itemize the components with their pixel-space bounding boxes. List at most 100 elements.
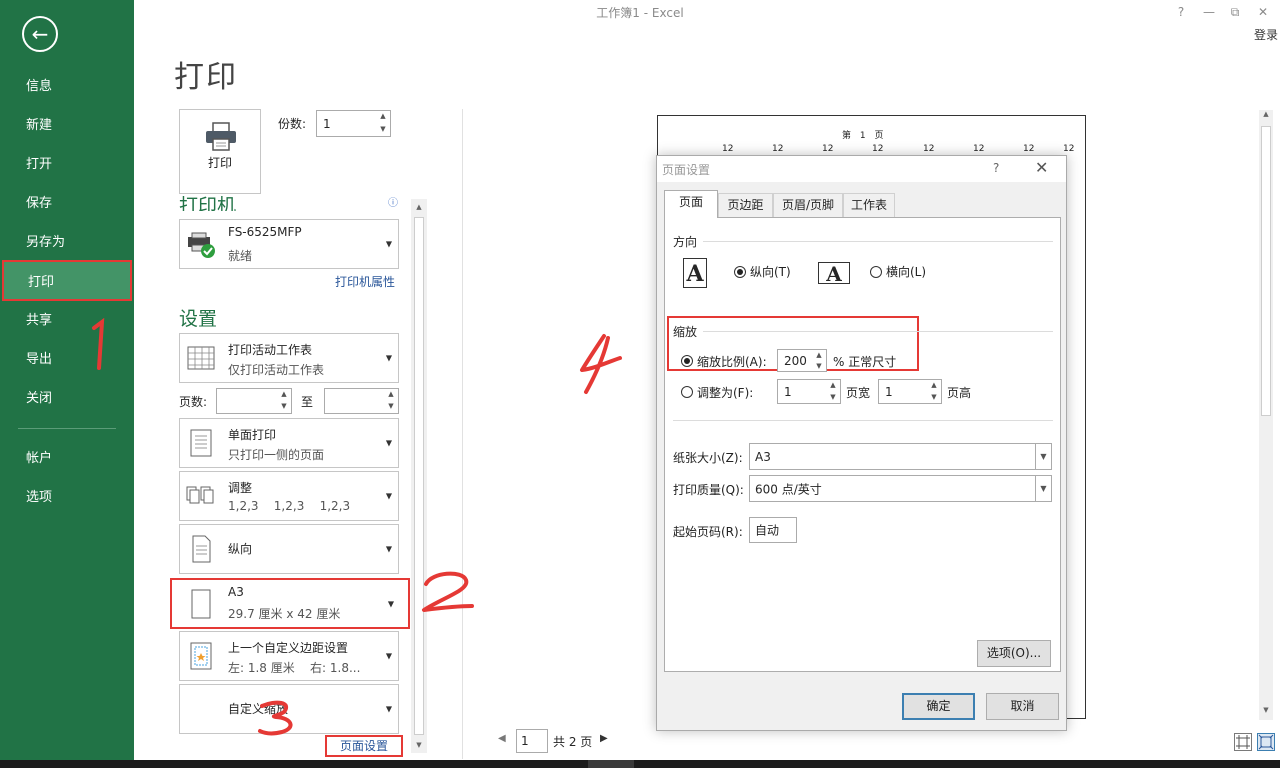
spin-up-icon[interactable]: ▲	[927, 380, 941, 392]
total-pages-label: 共 2 页	[553, 735, 593, 749]
nav-options[interactable]: 选项	[0, 476, 134, 515]
tab-page[interactable]: 页面	[664, 190, 718, 218]
paper-size-desc: 29.7 厘米 x 42 厘米	[228, 607, 341, 621]
nav-export[interactable]: 导出	[0, 338, 134, 377]
nav-save[interactable]: 保存	[0, 182, 134, 221]
spin-down-icon[interactable]: ▼	[384, 401, 398, 413]
print-button-label: 打印	[207, 156, 232, 170]
spin-up-icon[interactable]: ▲	[384, 389, 398, 401]
nav-share[interactable]: 共享	[0, 299, 134, 338]
copies-spinner[interactable]: 1 ▲ ▼	[316, 110, 391, 137]
help-icon[interactable]: ?	[1168, 2, 1194, 22]
collate-dropdown[interactable]: 调整 1,2,3 1,2,3 1,2,3 ▼	[179, 471, 399, 521]
tab-header-footer[interactable]: 页眉/页脚	[773, 193, 843, 217]
fit-radio[interactable]	[681, 386, 693, 398]
nav-account[interactable]: 帐户	[0, 437, 134, 476]
spin-up-icon[interactable]: ▲	[826, 380, 840, 392]
info-icon[interactable]: ⓘ	[388, 194, 398, 209]
nav-close[interactable]: 关闭	[0, 377, 134, 416]
preview-page-label: 第 1 页	[842, 131, 887, 141]
scroll-down-icon[interactable]: ▼	[411, 737, 427, 753]
preview-scrollbar[interactable]: ▲ ▼	[1259, 110, 1273, 720]
prev-page-icon[interactable]: ◀	[498, 733, 506, 744]
landscape-a-icon: A	[818, 262, 850, 285]
login-link[interactable]: 登录	[1254, 26, 1278, 43]
tab-margins[interactable]: 页边距	[718, 193, 773, 217]
sides-dropdown[interactable]: 单面打印 只打印一侧的页面 ▼	[179, 418, 399, 468]
nav-save-as[interactable]: 另存为	[0, 221, 134, 260]
nav-open[interactable]: 打开	[0, 143, 134, 182]
zoom-to-page-icon[interactable]	[1257, 733, 1275, 751]
spin-up-icon[interactable]: ▲	[812, 350, 826, 361]
printer-dropdown[interactable]: FS-6525MFP 就绪 ▼	[179, 219, 399, 269]
scroll-up-icon[interactable]: ▲	[411, 199, 427, 215]
minimize-icon[interactable]: —	[1196, 2, 1222, 22]
adjust-radio[interactable]	[681, 355, 693, 367]
dropdown-caret-icon: ▼	[387, 599, 394, 608]
close-icon[interactable]: ✕	[1250, 2, 1276, 22]
spin-down-icon[interactable]: ▼	[376, 124, 390, 137]
paper-size-label: 纸张大小(Z):	[673, 451, 743, 465]
current-page-input[interactable]: 1	[516, 729, 548, 753]
back-arrow-icon[interactable]: ←	[22, 16, 58, 52]
adjust-label: 缩放比例(A):	[697, 355, 767, 369]
dialog-help-icon[interactable]: ?	[993, 161, 999, 175]
dropdown-caret-icon: ▼	[385, 491, 392, 501]
scroll-up-icon[interactable]: ▲	[1259, 110, 1273, 124]
scroll-thumb[interactable]	[414, 217, 424, 735]
fit-tall-spinner[interactable]: 1 ▲ ▼	[878, 379, 942, 404]
dialog-close-icon[interactable]: ✕	[1035, 158, 1048, 177]
restore-icon[interactable]: ⧉	[1222, 2, 1248, 22]
show-margins-icon[interactable]	[1234, 733, 1252, 751]
nav-print[interactable]: 打印	[2, 260, 132, 301]
pages-to-label: 至	[301, 395, 314, 409]
cancel-button[interactable]: 取消	[986, 693, 1059, 720]
panel-divider	[462, 109, 463, 759]
fit-wide-value: 1	[784, 384, 792, 399]
pages-label: 页数:	[179, 395, 208, 409]
spin-up-icon[interactable]: ▲	[376, 111, 390, 124]
preview-cell: 12	[1063, 144, 1075, 154]
orientation-dropdown[interactable]: 纵向 ▼	[179, 524, 399, 574]
nav-info[interactable]: 信息	[0, 65, 134, 104]
ok-button[interactable]: 确定	[902, 693, 975, 720]
print-quality-label: 打印质量(Q):	[673, 483, 744, 497]
pages-from-spinner[interactable]: ▲ ▼	[216, 388, 292, 414]
group-divider	[673, 420, 1053, 421]
printer-properties-link[interactable]: 打印机属性	[335, 273, 395, 290]
page-setup-link[interactable]: 页面设置	[325, 735, 403, 757]
spin-down-icon[interactable]: ▼	[812, 361, 826, 372]
paper-size-select[interactable]: A3 ▼	[749, 443, 1052, 470]
adjust-spinner[interactable]: 200 ▲ ▼	[777, 349, 827, 372]
spin-up-icon[interactable]: ▲	[277, 389, 291, 401]
next-page-icon[interactable]: ▶	[600, 733, 608, 744]
scroll-thumb[interactable]	[1261, 126, 1271, 416]
annotation-3	[258, 700, 293, 736]
landscape-radio[interactable]	[870, 266, 882, 278]
nav-new[interactable]: 新建	[0, 104, 134, 143]
first-page-input[interactable]: 自动	[749, 517, 797, 543]
settings-scrollbar[interactable]: ▲ ▼	[411, 199, 427, 753]
select-chevron-icon: ▼	[1035, 444, 1051, 469]
dropdown-caret-icon: ▼	[385, 544, 392, 554]
tab-sheet[interactable]: 工作表	[843, 193, 895, 217]
pages-to-spinner[interactable]: ▲ ▼	[324, 388, 399, 414]
spin-down-icon[interactable]: ▼	[826, 392, 840, 404]
paper-size-dropdown[interactable]: A3 29.7 厘米 x 42 厘米 ▼	[170, 578, 410, 629]
spin-down-icon[interactable]: ▼	[927, 392, 941, 404]
taskbar-strip	[0, 760, 1280, 768]
preview-cell: 12	[1023, 144, 1035, 154]
fit-wide-spinner[interactable]: 1 ▲ ▼	[777, 379, 841, 404]
margins-dropdown[interactable]: 上一个自定义边距设置 左: 1.8 厘米 右: 1.8... ▼	[179, 631, 399, 681]
settings-heading: 设置	[179, 308, 218, 330]
spin-down-icon[interactable]: ▼	[277, 401, 291, 413]
print-button[interactable]: 打印	[179, 109, 261, 194]
print-quality-select[interactable]: 600 点/英寸 ▼	[749, 475, 1052, 502]
portrait-radio[interactable]	[734, 266, 746, 278]
scroll-down-icon[interactable]: ▼	[1259, 706, 1273, 720]
options-button[interactable]: 选项(O)...	[977, 640, 1051, 667]
print-scope-dropdown[interactable]: 打印活动工作表 仅打印活动工作表 ▼	[179, 333, 399, 383]
sheet-grid-icon	[187, 346, 215, 370]
fit-tall-suffix: 页高	[947, 386, 972, 400]
copies-label: 份数:	[278, 117, 307, 131]
